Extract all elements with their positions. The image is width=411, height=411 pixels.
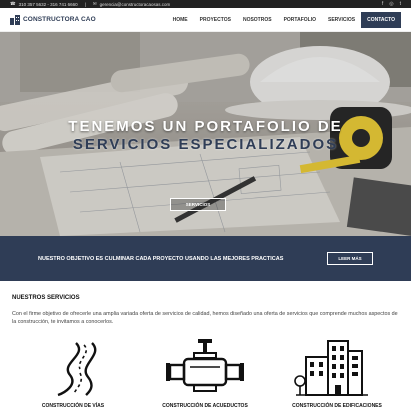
service-label-roads: CONSTRUCCIÓN DE VÍAS <box>41 403 105 409</box>
social-links: f ◎ t <box>382 1 401 7</box>
twitter-icon[interactable]: t <box>400 1 401 7</box>
service-item-buildings[interactable]: CONSTRUCCIÓN DE EDIFICACIONES <box>272 337 402 411</box>
phone-icon: ☎ <box>10 1 16 6</box>
site-header: CONSTRUCTORA CAO HOME PROYECTOS NOSOTROS… <box>0 8 411 32</box>
read-more-button[interactable]: LEER MÁS <box>327 252 373 265</box>
nav-contacto[interactable]: CONTACTO <box>361 11 401 28</box>
service-label-aqueducts: CONSTRUCCIÓN DE ACUEDUCTOS <box>162 403 248 409</box>
phone-number: 310 357 5632 - 316 741 6660 <box>18 1 78 7</box>
services-description: Con el firme objetivo de ofrecerle una a… <box>12 311 398 325</box>
pipe-valve-icon <box>166 339 244 392</box>
nav-nosotros[interactable]: NOSOTROS <box>237 12 278 28</box>
nav-home[interactable]: HOME <box>167 12 194 28</box>
services-heading: NUESTROS SERVICIOS <box>12 295 80 301</box>
logo-building-icon <box>10 14 20 25</box>
hero-services-button[interactable]: SERVICIOS <box>170 198 226 211</box>
divider: | <box>84 1 86 7</box>
hero-section: TENEMOS UN PORTAFOLIO DE SERVICIOS ESPEC… <box>0 32 411 236</box>
logo[interactable]: CONSTRUCTORA CAO <box>10 14 96 25</box>
nav-portafolio[interactable]: PORTAFOLIO <box>278 12 322 28</box>
facebook-icon[interactable]: f <box>382 1 383 7</box>
service-item-aqueducts[interactable]: CONSTRUCCIÓN DE ACUEDUCTOS <box>140 337 270 411</box>
nav-proyectos[interactable]: PROYECTOS <box>194 12 237 28</box>
email-link[interactable]: gerencia@constructoracaosas.com <box>100 2 171 7</box>
hero-title-line2: SERVICIOS ESPECIALIZADOS <box>72 136 339 153</box>
service-label-buildings: CONSTRUCCIÓN DE EDIFICACIONES <box>292 403 382 409</box>
instagram-icon[interactable]: ◎ <box>389 1 393 7</box>
contact-info: ☎ 310 357 5632 - 316 741 6660 | ✉ gerenc… <box>10 1 170 7</box>
hero-title-line1: TENEMOS UN PORTAFOLIO DE <box>68 118 343 135</box>
buildings-icon <box>294 340 368 396</box>
nav-servicios[interactable]: SERVICIOS <box>322 12 361 28</box>
road-icon <box>57 342 97 397</box>
services-section: NUESTROS SERVICIOS Con el firme objetivo… <box>0 281 411 411</box>
main-nav: HOME PROYECTOS NOSOTROS PORTAFOLIO SERVI… <box>167 8 401 32</box>
email-icon: ✉ <box>92 1 97 6</box>
objective-banner: NUESTRO OBJETIVO ES CULMINAR CADA PROYEC… <box>0 236 411 281</box>
objective-text: NUESTRO OBJETIVO ES CULMINAR CADA PROYEC… <box>38 255 284 262</box>
service-item-roads[interactable]: CONSTRUCCIÓN DE VÍAS <box>8 337 138 411</box>
logo-text: CONSTRUCTORA CAO <box>23 16 96 23</box>
